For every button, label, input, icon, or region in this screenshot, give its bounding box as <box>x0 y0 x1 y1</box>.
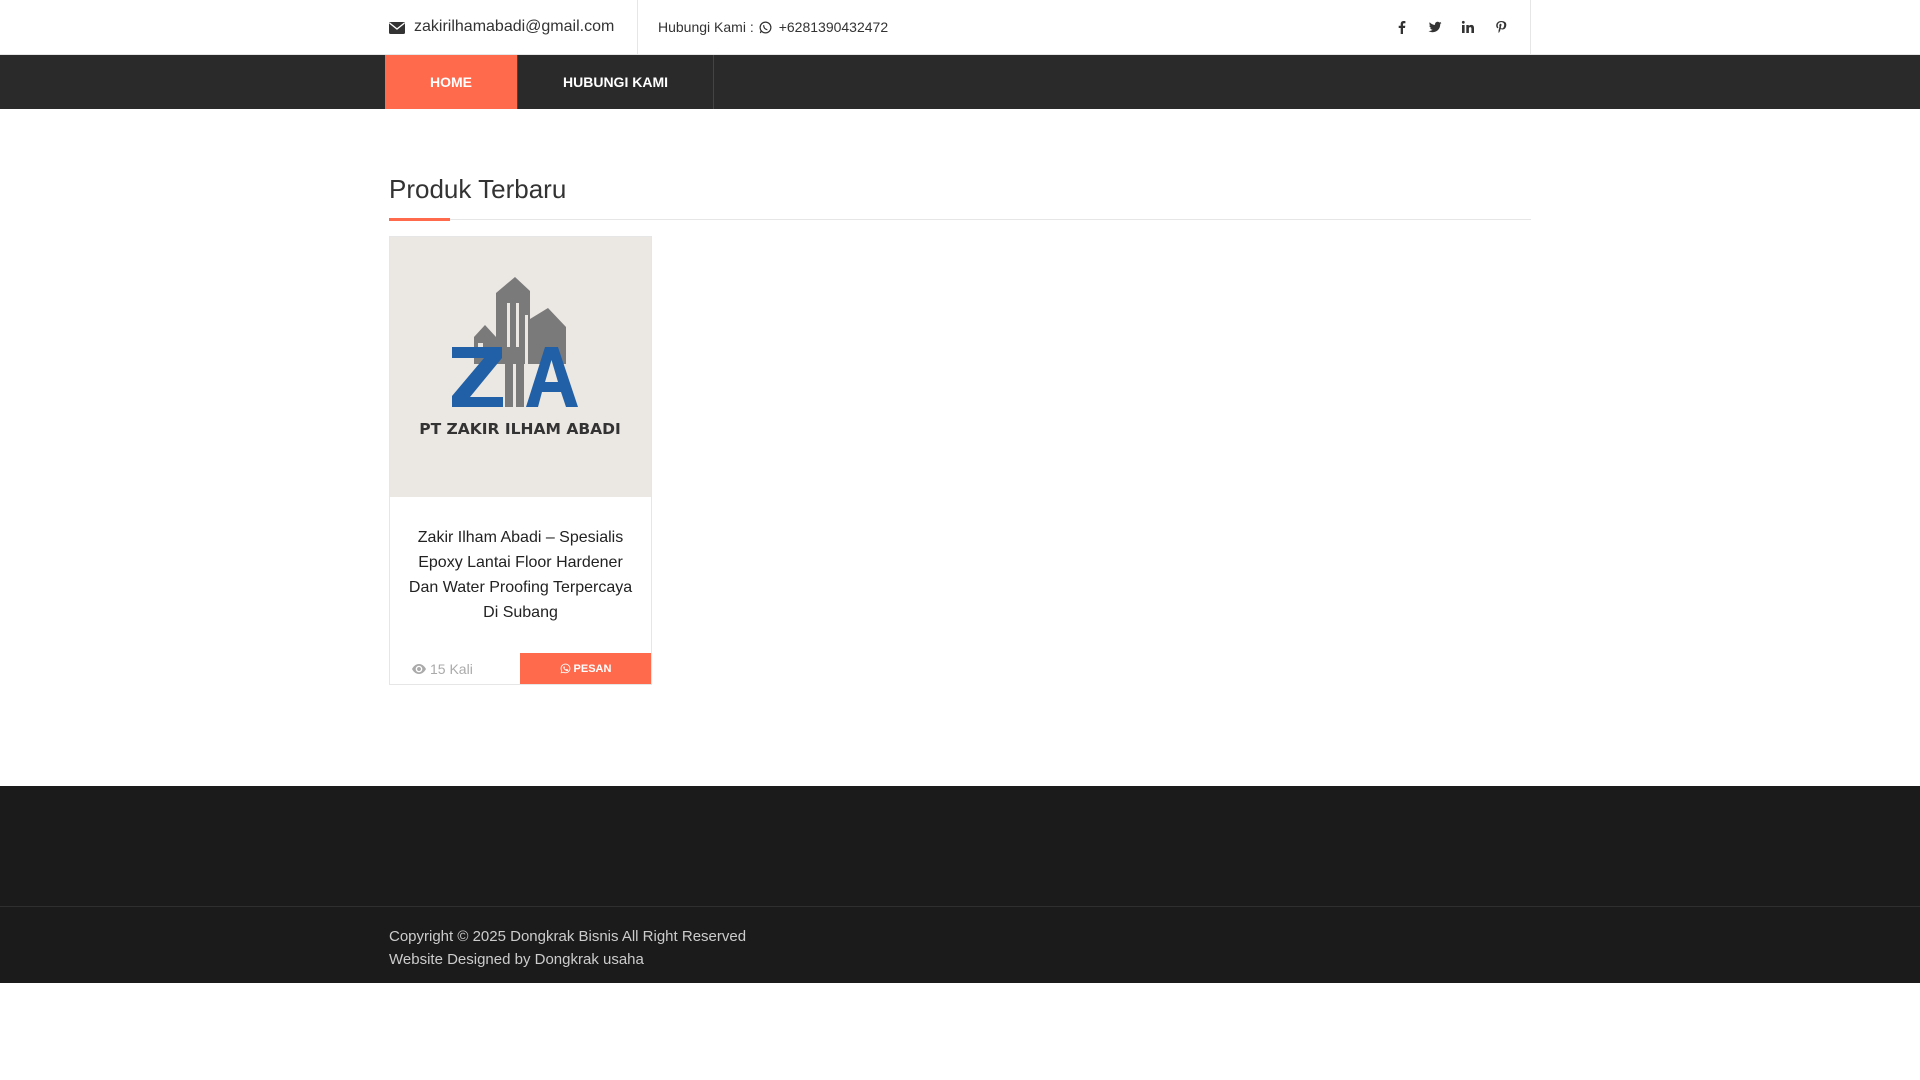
nav-item-home[interactable]: HOME <box>385 55 517 109</box>
view-count-text: 15 Kali <box>430 660 473 677</box>
main-content: Produk Terbaru PT ZAKIR ILHAM ABADI Zaki… <box>389 109 1531 786</box>
nav-item-hubungi-kami[interactable]: HUBUNGI KAMI <box>517 55 714 109</box>
order-button[interactable]: PESAN <box>520 653 651 684</box>
product-card: PT ZAKIR ILHAM ABADI Zakir Ilham Abadi –… <box>389 236 652 685</box>
linkedin-icon[interactable] <box>1461 20 1475 34</box>
company-logo: PT ZAKIR ILHAM ABADI <box>419 277 621 438</box>
main-nav: HOME HUBUNGI KAMI <box>0 55 1920 109</box>
logo-company-name: PT ZAKIR ILHAM ABADI <box>419 420 621 438</box>
email-contact[interactable]: zakirilhamabadi@gmail.com <box>389 0 614 54</box>
envelope-icon <box>389 21 405 34</box>
whatsapp-icon <box>759 21 772 34</box>
eye-icon <box>412 663 426 674</box>
topbar-divider <box>637 0 638 54</box>
whatsapp-icon <box>560 663 570 674</box>
phone-number: +6281390432472 <box>778 19 889 35</box>
twitter-icon[interactable] <box>1428 20 1442 34</box>
view-count: 15 Kali <box>390 661 520 677</box>
designed-by-text: Website Designed by Dongkrak usaha <box>389 951 644 968</box>
email-text: zakirilhamabadi@gmail.com <box>414 18 615 35</box>
footer-bottom: Copyright © 2025 Dongkrak Bisnis All Rig… <box>0 906 1920 983</box>
phone-contact[interactable]: Hubungi Kami : +6281390432472 <box>658 0 888 54</box>
section-title-rule <box>389 218 1531 221</box>
contact-label: Hubungi Kami : <box>658 19 754 35</box>
pinterest-icon[interactable] <box>1494 20 1508 34</box>
section-title: Produk Terbaru <box>389 174 567 204</box>
title-accent-bar <box>389 218 450 221</box>
social-links <box>1376 0 1531 54</box>
order-button-label: PESAN <box>573 662 612 675</box>
product-card-footer: 15 Kali PESAN <box>390 653 651 684</box>
product-image[interactable]: PT ZAKIR ILHAM ABADI <box>390 237 651 497</box>
footer-widgets <box>0 786 1920 906</box>
copyright-text: Copyright © 2025 Dongkrak Bisnis All Rig… <box>389 928 747 945</box>
product-title[interactable]: Zakir Ilham Abadi – Spesialis Epoxy Lant… <box>390 497 651 652</box>
top-bar: zakirilhamabadi@gmail.com Hubungi Kami :… <box>0 0 1920 55</box>
title-divider-line <box>389 219 1531 220</box>
facebook-icon[interactable] <box>1395 20 1409 34</box>
